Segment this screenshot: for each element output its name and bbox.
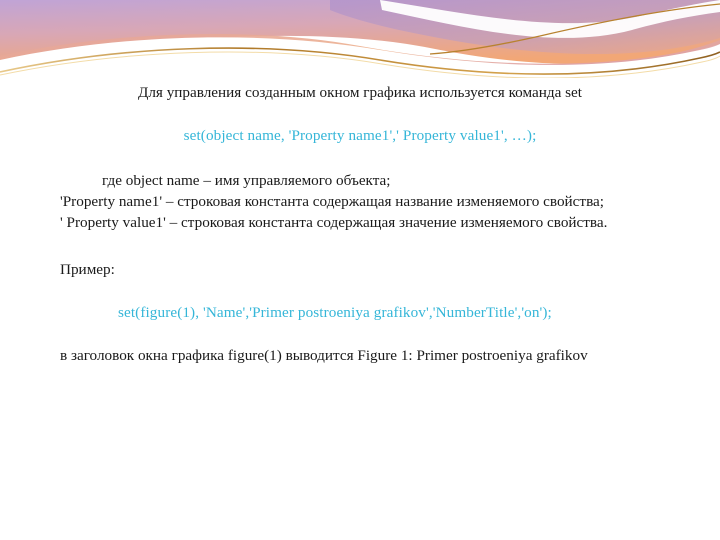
definition-object-name: где object name – имя управляемого объек… (102, 172, 391, 189)
gold-accent-line-upper (429, 3, 720, 55)
syntax-code-line: set(object name, 'Property name1',' Prop… (183, 127, 537, 144)
slide: Для управления созданным окном графика и… (0, 0, 720, 540)
wave-graphic (0, 0, 720, 78)
decorative-wave-header (0, 0, 720, 78)
wave-salmon-band (0, 33, 720, 77)
definition-property-name: 'Property name1' – строковая константа с… (60, 193, 604, 210)
wave-purple-band (330, 0, 720, 55)
gold-accent-line-highlight (0, 51, 720, 78)
example-result-paragraph: в заголовок окна графика figure(1) вывод… (60, 347, 588, 364)
example-code-line: set(figure(1), 'Name','Primer postroeniy… (118, 304, 552, 321)
slide-body: Для управления созданным окном графика и… (30, 82, 690, 366)
gold-accent-line (0, 47, 720, 75)
example-label: Пример: (60, 261, 115, 278)
wave-white-swoosh-lower (0, 37, 720, 78)
definition-property-value: ' Property value1' – строковая константа… (60, 214, 608, 231)
intro-paragraph: Для управления созданным окном графика и… (137, 84, 582, 101)
wave-white-swoosh-upper (380, 0, 720, 38)
wave-base-layer (0, 0, 720, 68)
